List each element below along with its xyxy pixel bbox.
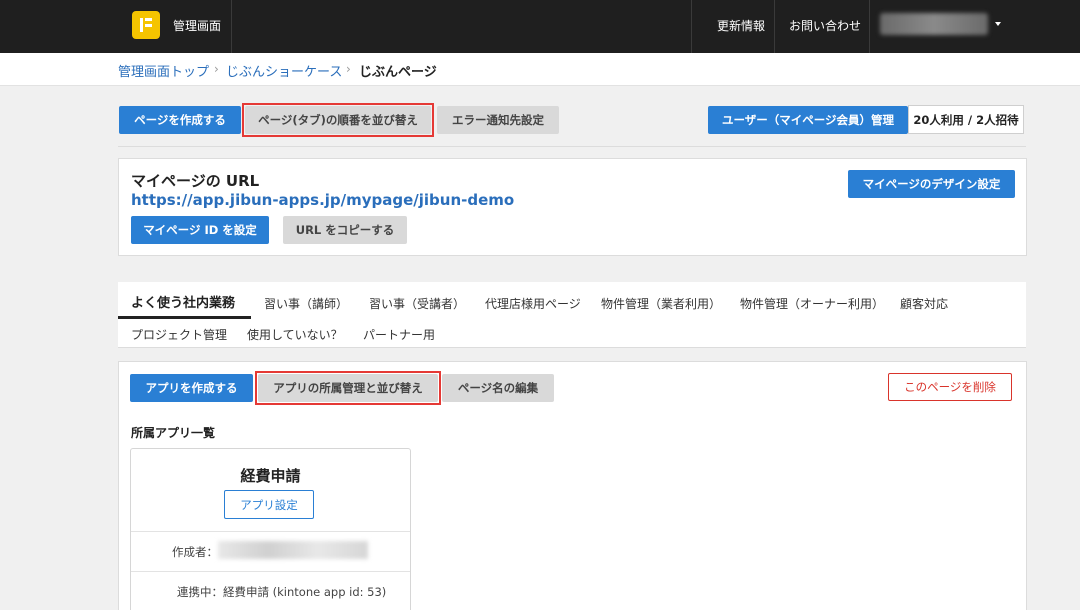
contact-link[interactable]: お問い合わせ [789, 17, 861, 34]
tab-lessons-student[interactable]: 習い事（受講者） [369, 295, 465, 312]
logo-icon[interactable] [132, 11, 160, 39]
breadcrumb-item-admin-top[interactable]: 管理画面トップ [118, 61, 209, 80]
mypage-url-heading: マイページの URL [131, 172, 260, 190]
set-mypage-id-button[interactable]: マイページ ID を設定 [131, 216, 269, 244]
tab-project-management[interactable]: プロジェクト管理 [131, 326, 227, 343]
kintone-link-status: 連携中：経費申請 (kintone app id: 53) [177, 585, 387, 599]
tab-unused[interactable]: 使用していない？ [247, 326, 343, 343]
chevron-right-icon: › [346, 62, 351, 76]
tab-property-vendor[interactable]: 物件管理（業者利用） [601, 295, 721, 312]
header-divider [691, 0, 692, 53]
breadcrumb-item-showcase[interactable]: じぶんショーケース [226, 61, 342, 80]
user-count-badge: 20人利用 / 2人招待 [908, 105, 1024, 134]
app-settings-button[interactable]: アプリ設定 [224, 490, 314, 519]
app-title[interactable]: 管理画面 [173, 17, 221, 34]
delete-page-button[interactable]: このページを削除 [888, 373, 1012, 401]
create-page-button[interactable]: ページを作成する [119, 106, 241, 134]
user-menu[interactable] [880, 13, 988, 35]
active-tab-indicator [118, 316, 251, 319]
app-name: 経費申請 [240, 467, 301, 485]
copy-url-button[interactable]: URL をコピーする [283, 216, 407, 244]
creator-label: 作成者： [172, 545, 218, 559]
tab-lessons-instructor[interactable]: 習い事（講師） [264, 295, 348, 312]
chevron-right-icon: › [214, 62, 219, 76]
header-divider [869, 0, 870, 53]
updates-link[interactable]: 更新情報 [717, 17, 765, 34]
create-app-button[interactable]: アプリを作成する [130, 374, 253, 402]
highlight-box [255, 371, 441, 405]
divider [118, 146, 1026, 147]
creator-name-redacted [218, 541, 368, 559]
app-list-label: 所属アプリ一覧 [131, 426, 216, 440]
breadcrumb-item-current: じぶんページ [359, 65, 437, 80]
tab-agency[interactable]: 代理店様用ページ [485, 295, 581, 312]
header-divider [231, 0, 232, 53]
header-divider [774, 0, 775, 53]
error-notify-button[interactable]: エラー通知先設定 [437, 106, 559, 134]
tab-property-owner[interactable]: 物件管理（オーナー利用） [740, 295, 884, 312]
highlight-box [242, 103, 434, 137]
breadcrumb: 管理画面トップ › じぶんショーケース › じぶんページ [0, 53, 1080, 86]
mypage-url-link[interactable]: https://app.jibun-apps.jp/mypage/jibun-d… [131, 191, 514, 209]
edit-page-name-button[interactable]: ページ名の編集 [442, 374, 554, 402]
top-header: 管理画面 更新情報 お問い合わせ [0, 0, 1080, 53]
caret-down-icon[interactable] [995, 22, 1001, 26]
card-divider [131, 571, 410, 572]
design-settings-button[interactable]: マイページのデザイン設定 [848, 170, 1015, 198]
user-management-button[interactable]: ユーザー（マイページ会員）管理 [708, 106, 908, 134]
tab-partner[interactable]: パートナー用 [363, 326, 435, 343]
tab-frequent-tasks[interactable]: よく使う社内業務 [131, 292, 235, 311]
card-divider [131, 531, 410, 532]
tab-customer-support[interactable]: 顧客対応 [900, 295, 948, 312]
